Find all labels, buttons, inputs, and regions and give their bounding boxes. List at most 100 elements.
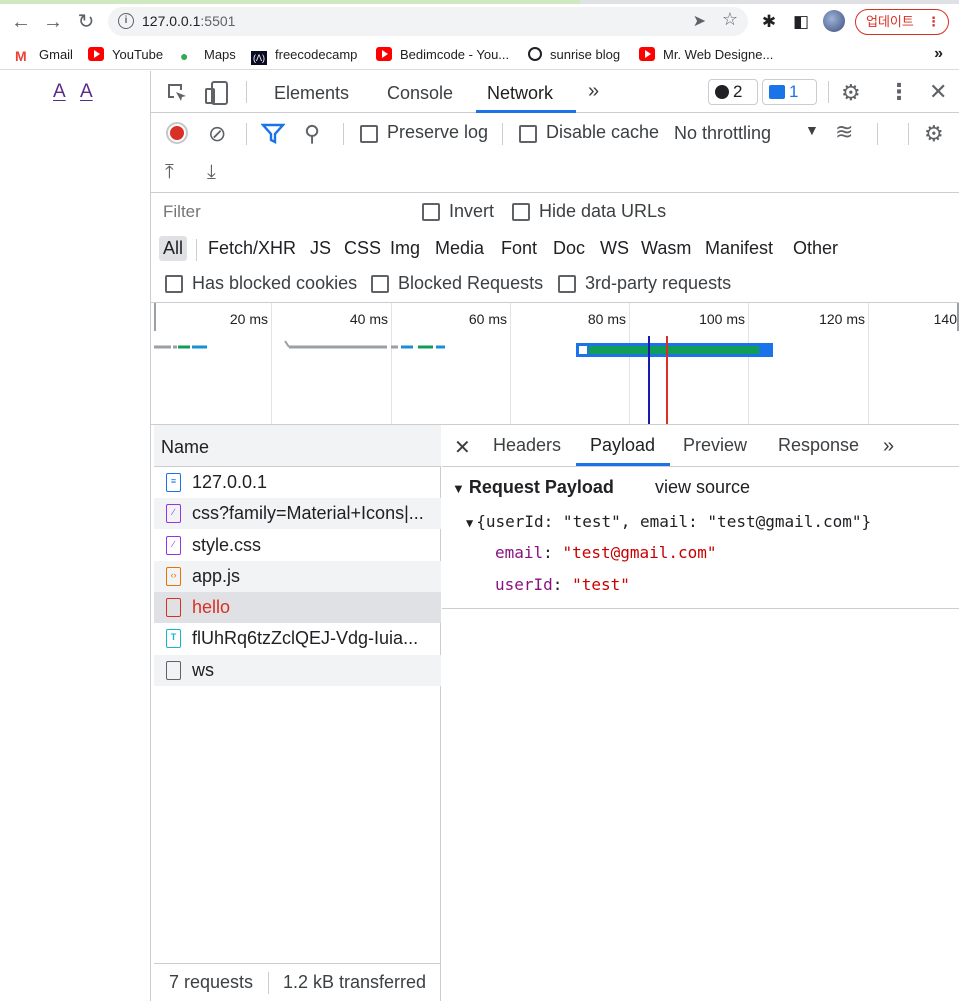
freecodecamp-icon: (Λ) (251, 51, 267, 65)
has-blocked-cookies-checkbox[interactable] (165, 275, 183, 293)
back-icon[interactable]: ← (9, 10, 33, 34)
bookmark-star-icon[interactable]: ☆ (722, 9, 738, 30)
forward-icon[interactable]: → (41, 10, 65, 34)
request-row[interactable]: ∕ css?family=Material+Icons|... (154, 498, 441, 529)
url-port: :5501 (200, 13, 236, 29)
type-filter-doc[interactable]: Doc (549, 236, 589, 261)
type-filter-img[interactable]: Img (386, 236, 424, 261)
search-icon[interactable]: ⚲ (304, 121, 320, 147)
disable-cache-checkbox[interactable] (519, 125, 537, 143)
type-filter-wasm[interactable]: Wasm (637, 236, 695, 261)
invert-checkbox[interactable] (422, 203, 440, 221)
page-link-a-2[interactable]: A (80, 81, 93, 103)
bookmarks-overflow-icon[interactable]: » (934, 45, 943, 63)
url-host: 127.0.0.1 (142, 13, 201, 29)
devtools-panel: Elements Console Network » 2 1 ⚙ ⋮ ✕ ⊘ ⚲… (150, 71, 959, 1001)
field-key: email (495, 543, 544, 562)
view-source-link[interactable]: view source (655, 477, 750, 498)
active-tab-indicator (576, 463, 670, 466)
chevron-down-icon[interactable]: ▼ (805, 122, 819, 138)
bookmark-youtube[interactable]: YouTube (88, 47, 163, 65)
type-filter-ws[interactable]: WS (596, 236, 633, 261)
preserve-log-checkbox[interactable] (360, 125, 378, 143)
name-column-header[interactable]: Name (154, 425, 441, 467)
tab-elements[interactable]: Elements (274, 83, 349, 104)
profile-avatar[interactable] (823, 10, 845, 32)
payload-field[interactable]: email: "test@gmail.com" (495, 543, 717, 562)
throttling-select[interactable]: No throttling (674, 123, 771, 144)
more-tabs-icon[interactable]: » (588, 80, 599, 103)
bookmark-bedimcode[interactable]: Bedimcode - You... (376, 47, 509, 65)
tab-network[interactable]: Network (487, 83, 553, 104)
triangle-down-icon: ▼ (466, 516, 474, 530)
close-detail-icon[interactable]: ✕ (454, 435, 471, 460)
filter-funnel-icon[interactable] (260, 123, 286, 151)
request-row[interactable]: T flUhRq6tzZclQEJ-Vdg-Iuia... (154, 623, 441, 654)
tab-payload[interactable]: Payload (590, 435, 655, 456)
type-filter-media[interactable]: Media (431, 236, 488, 261)
payload-object-summary[interactable]: ▼ {userId: "test", email: "test@gmail.com… (466, 512, 871, 531)
tab-preview[interactable]: Preview (683, 435, 747, 456)
request-row[interactable]: ≡ 127.0.0.1 (154, 467, 441, 498)
bookmark-maps[interactable]: ● Maps (180, 47, 236, 65)
tab-console[interactable]: Console (387, 83, 453, 104)
bookmark-label: freecodecamp (275, 47, 358, 62)
devtools-tab-bar: Elements Console Network » 2 1 ⚙ ⋮ ✕ (151, 71, 959, 113)
request-payload-header[interactable]: ▼ Request Payload (452, 477, 614, 498)
settings-gear-icon[interactable]: ⚙ (841, 80, 861, 106)
reload-icon[interactable]: ↻ (74, 10, 98, 34)
messages-badge[interactable]: 1 (762, 79, 817, 105)
network-toolbar: ⊘ ⚲ Preserve log Disable cache No thrott… (151, 113, 959, 193)
request-row[interactable]: ws (154, 655, 441, 686)
type-filter-fetch-xhr[interactable]: Fetch/XHR (204, 236, 300, 261)
third-party-requests-checkbox[interactable] (558, 275, 576, 293)
type-filter-css[interactable]: CSS (340, 236, 385, 261)
request-row-selected[interactable]: hello (154, 592, 441, 623)
tab-headers[interactable]: Headers (493, 435, 561, 456)
url-text[interactable]: 127.0.0.1:5501 (142, 13, 235, 29)
tab-response[interactable]: Response (778, 435, 859, 456)
request-name: css?family=Material+Icons|... (192, 503, 424, 523)
site-info-icon[interactable]: i (118, 13, 134, 29)
bookmark-sunrise-blog[interactable]: sunrise blog (528, 47, 620, 65)
type-filter-manifest[interactable]: Manifest (701, 236, 777, 261)
filter-input[interactable] (159, 199, 403, 225)
type-filter-font[interactable]: Font (497, 236, 541, 261)
bookmark-freecodecamp[interactable]: (Λ) freecodecamp (251, 47, 357, 65)
record-icon[interactable] (166, 122, 188, 144)
type-filter-js[interactable]: JS (306, 236, 335, 261)
import-har-icon[interactable]: ⤒ (165, 161, 174, 184)
extensions-puzzle-icon[interactable]: ✱ (757, 10, 781, 34)
more-menu-icon: ⋮ (927, 14, 940, 29)
error-dot-icon (715, 85, 729, 99)
update-button[interactable]: 업데이트 ⋮ (855, 9, 949, 35)
blocked-requests-checkbox[interactable] (371, 275, 389, 293)
field-key: userId (495, 575, 553, 594)
network-settings-gear-icon[interactable]: ⚙ (924, 121, 944, 147)
send-tab-icon[interactable]: ➤ (693, 11, 706, 31)
request-row[interactable]: ∕ style.css (154, 530, 441, 561)
close-devtools-icon[interactable]: ✕ (929, 79, 947, 105)
side-panel-icon[interactable]: ◧ (789, 10, 813, 34)
clear-icon[interactable]: ⊘ (208, 121, 226, 147)
more-tabs-icon[interactable]: » (883, 435, 894, 458)
bookmark-gmail[interactable]: M Gmail (15, 47, 73, 65)
has-blocked-cookies-label: Has blocked cookies (192, 273, 358, 293)
network-overview-timeline[interactable]: 20 ms 40 ms 60 ms 80 ms 100 ms 120 ms 14… (151, 303, 959, 425)
address-bar[interactable]: i 127.0.0.1:5501 ➤ ☆ (108, 7, 748, 36)
bookmark-mr-web-designer[interactable]: Mr. Web Designe... (639, 47, 773, 65)
errors-badge[interactable]: 2 (708, 79, 758, 105)
type-filter-all[interactable]: All (159, 236, 188, 261)
inspect-element-icon[interactable] (165, 81, 189, 111)
request-row[interactable]: ‹› app.js (154, 561, 441, 592)
network-conditions-icon[interactable]: ≋ (835, 119, 853, 145)
export-har-icon[interactable]: ⤓ (207, 161, 216, 184)
device-toolbar-icon[interactable] (204, 81, 230, 111)
hide-data-urls-checkbox[interactable] (512, 203, 530, 221)
more-options-icon[interactable]: ⋮ (888, 79, 910, 105)
payload-field[interactable]: userId: "test" (495, 575, 630, 594)
page-link-a-1[interactable]: A (53, 81, 66, 103)
triangle-down-icon: ▼ (452, 481, 465, 496)
divider (246, 81, 247, 103)
type-filter-other[interactable]: Other (789, 236, 842, 261)
